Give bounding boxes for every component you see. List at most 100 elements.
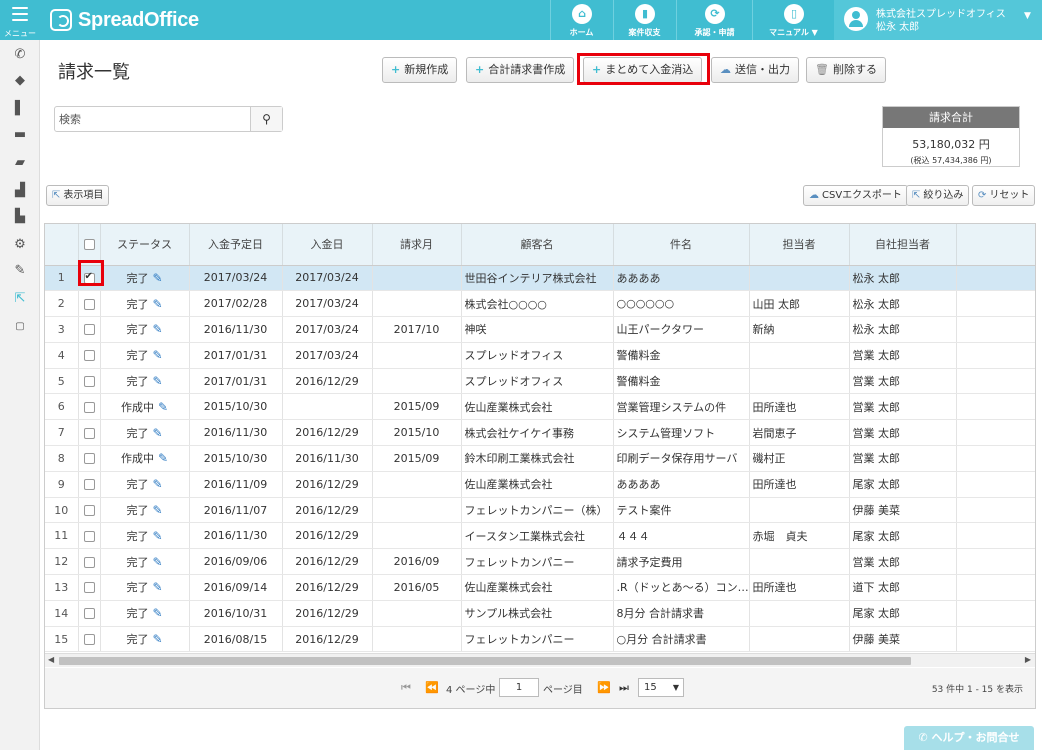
row-checkbox[interactable]: [83, 634, 95, 646]
row-checkbox[interactable]: [83, 376, 95, 388]
row-checkbox[interactable]: [83, 427, 95, 439]
row-checkbox[interactable]: [83, 582, 95, 594]
table-row[interactable]: 4 完了 ✎ 2017/01/31 2017/03/24 スプレッドオフィス 警備料金 営業 …: [45, 342, 1035, 369]
table-row[interactable]: 7 完了 ✎ 2016/11/30 2016/12/29 2015/10 株式会社ケイケイ事…: [45, 419, 1035, 447]
billing-month-cell: 2017/10: [372, 316, 462, 343]
delete-button[interactable]: 🗑 削除する: [806, 57, 886, 83]
column-header-total[interactable]: 合計: [956, 224, 1035, 266]
send-output-button[interactable]: ☁ 送信・出力: [711, 57, 799, 83]
credit-card-icon[interactable]: ▬: [0, 122, 40, 148]
tags-icon[interactable]: ◆: [0, 68, 40, 94]
column-header-paid-date[interactable]: 入金日: [282, 224, 373, 266]
signal-icon[interactable]: ▟: [0, 178, 40, 204]
planned-date-cell: 2017/02/28: [189, 290, 283, 318]
column-header-customer[interactable]: 顧客名: [461, 224, 614, 266]
status-cell: 完了 ✎: [100, 342, 190, 369]
search-button[interactable]: ⚲: [250, 107, 282, 131]
edit-pencil-icon[interactable]: ✎: [158, 400, 168, 414]
nav-manual[interactable]: ▯ マニュアル ▼: [752, 0, 834, 40]
table-row[interactable]: 6 作成中 ✎ 2015/10/30 2015/09 佐山産業株式会社 営業管理システムの件…: [45, 393, 1035, 421]
file-icon[interactable]: ▙: [0, 204, 40, 230]
table-row[interactable]: 8 作成中 ✎ 2015/10/30 2016/11/30 2015/09 鈴木印刷工業株式…: [45, 445, 1035, 472]
first-page-icon[interactable]: ⏮: [401, 681, 411, 695]
table-row[interactable]: 12 完了 ✎ 2016/09/06 2016/12/29 2016/09 フェレットカンパ…: [45, 548, 1035, 576]
edit-pencil-icon[interactable]: ✎: [152, 374, 162, 388]
row-checkbox[interactable]: [83, 350, 95, 362]
edit-pencil-icon[interactable]: ✎: [152, 477, 162, 491]
nav-approval[interactable]: ⟳ 承認・申請: [676, 0, 752, 40]
display-items-button[interactable]: ⇱ 表示項目: [46, 185, 110, 206]
row-checkbox[interactable]: [83, 608, 95, 620]
gear-icon[interactable]: ⚙: [0, 232, 40, 258]
column-header-planned-date[interactable]: 入金予定日: [189, 224, 283, 266]
table-row[interactable]: 3 完了 ✎ 2016/11/30 2017/03/24 2017/10 神咲 山王パークタワ…: [45, 316, 1035, 343]
column-header-billing-month[interactable]: 請求月: [372, 224, 462, 266]
edit-pencil-icon[interactable]: ✎: [152, 348, 162, 362]
table-row[interactable]: 13 完了 ✎ 2016/09/14 2016/12/29 2016/05 佐山産業株式会社…: [45, 574, 1035, 601]
table-row[interactable]: 15 完了 ✎ 2016/08/15 2016/12/29 フェレットカンパニー ○月分 合…: [45, 626, 1035, 653]
scrollbar-thumb[interactable]: [59, 657, 911, 665]
table-row[interactable]: 11 完了 ✎ 2016/11/30 2016/12/29 イースタン工業株式会社 ４４４ 赤…: [45, 522, 1035, 550]
column-header-contact[interactable]: 担当者: [749, 224, 850, 266]
help-contact-button[interactable]: ✆ ヘルプ・お問合せ: [904, 726, 1034, 750]
table-row[interactable]: 14 完了 ✎ 2016/10/31 2016/12/29 サンプル株式会社 8月分 合計請…: [45, 600, 1035, 627]
select-all-checkbox[interactable]: [83, 239, 95, 251]
user-menu[interactable]: 株式会社スプレッドオフィス 松永 太郎 ▼: [834, 0, 1042, 40]
row-checkbox[interactable]: [83, 479, 95, 491]
edit-pencil-icon[interactable]: ✎: [152, 580, 162, 594]
table-row[interactable]: 5 完了 ✎ 2017/01/31 2016/12/29 スプレッドオフィス 警備料金 営業 …: [45, 368, 1035, 395]
row-checkbox[interactable]: [83, 505, 95, 517]
column-header-status[interactable]: ステータス: [100, 224, 190, 266]
edit-pencil-icon[interactable]: ✎: [152, 632, 162, 646]
phone-icon[interactable]: ✆: [0, 42, 40, 68]
search-input[interactable]: [55, 107, 251, 131]
total-cell: 2,0(: [956, 393, 1035, 421]
last-page-icon[interactable]: ⏭: [619, 681, 629, 695]
next-page-icon[interactable]: ⏩: [597, 681, 611, 694]
scroll-left-icon[interactable]: ◀: [48, 655, 54, 664]
row-checkbox[interactable]: [83, 556, 95, 568]
edit-pencil-icon[interactable]: ✎: [158, 451, 168, 465]
external-link-icon[interactable]: ⇱: [0, 286, 40, 312]
filter-button[interactable]: ⇱ 絞り込み: [906, 185, 970, 206]
edit-pencil-icon[interactable]: ✎: [152, 555, 162, 569]
horizontal-scrollbar[interactable]: ◀ ▶: [45, 653, 1035, 667]
table-row[interactable]: 9 完了 ✎ 2016/11/09 2016/12/29 佐山産業株式会社 ああああ 田所達也…: [45, 471, 1035, 498]
row-checkbox[interactable]: [83, 453, 95, 465]
reset-button[interactable]: ⟳ リセット: [972, 185, 1036, 206]
square-icon[interactable]: ▢: [0, 314, 40, 340]
table-row[interactable]: 2 完了 ✎ 2017/02/28 2017/03/24 株式会社○○○○ ○○○○○○ 山田…: [45, 290, 1035, 318]
edit-pencil-icon[interactable]: ✎: [152, 297, 162, 311]
edit-pencil-icon[interactable]: ✎: [152, 271, 162, 285]
edit-pencil-icon[interactable]: ✎: [152, 606, 162, 620]
combined-invoice-button[interactable]: + 合計請求書作成: [466, 57, 575, 83]
nav-project-balance[interactable]: ▮ 案件収支: [613, 0, 675, 40]
column-header-subject[interactable]: 件名: [613, 224, 750, 266]
per-page-select[interactable]: 15 ▼: [638, 678, 684, 697]
subject-cell: 警備料金: [613, 342, 750, 369]
row-checkbox[interactable]: [83, 530, 95, 542]
scroll-right-icon[interactable]: ▶: [1025, 655, 1031, 664]
edit-pencil-icon[interactable]: ✎: [152, 529, 162, 543]
folder-icon[interactable]: ▰: [0, 150, 40, 176]
row-checkbox[interactable]: [83, 401, 95, 413]
status-cell: 完了 ✎: [100, 290, 190, 318]
new-button[interactable]: + 新規作成: [382, 57, 458, 83]
page-number-input[interactable]: 1: [499, 678, 539, 697]
wrench-icon[interactable]: ✎: [0, 258, 40, 284]
billing-month-cell: [372, 471, 462, 498]
edit-pencil-icon[interactable]: ✎: [152, 503, 162, 517]
menu-button[interactable]: メニュー: [0, 0, 40, 40]
csv-export-button[interactable]: ☁ CSVエクスポート: [803, 185, 908, 206]
prev-page-icon[interactable]: ⏪: [425, 681, 439, 694]
nav-home[interactable]: ⌂ ホーム: [550, 0, 612, 40]
row-checkbox[interactable]: [83, 298, 95, 310]
table-row[interactable]: 10 完了 ✎ 2016/11/07 2016/12/29 フェレットカンパニー（株） テス…: [45, 497, 1035, 524]
logo[interactable]: SpreadOffice: [50, 8, 199, 32]
edit-pencil-icon[interactable]: ✎: [152, 322, 162, 336]
bar-chart-icon[interactable]: ▌: [0, 96, 40, 122]
edit-pencil-icon[interactable]: ✎: [152, 426, 162, 440]
table-row[interactable]: 1完了✎2017/03/242017/03/24世田谷インテリア株式会社ああああ…: [45, 265, 1035, 292]
column-header-own-staff[interactable]: 自社担当者: [849, 224, 957, 266]
row-checkbox[interactable]: [83, 324, 95, 336]
